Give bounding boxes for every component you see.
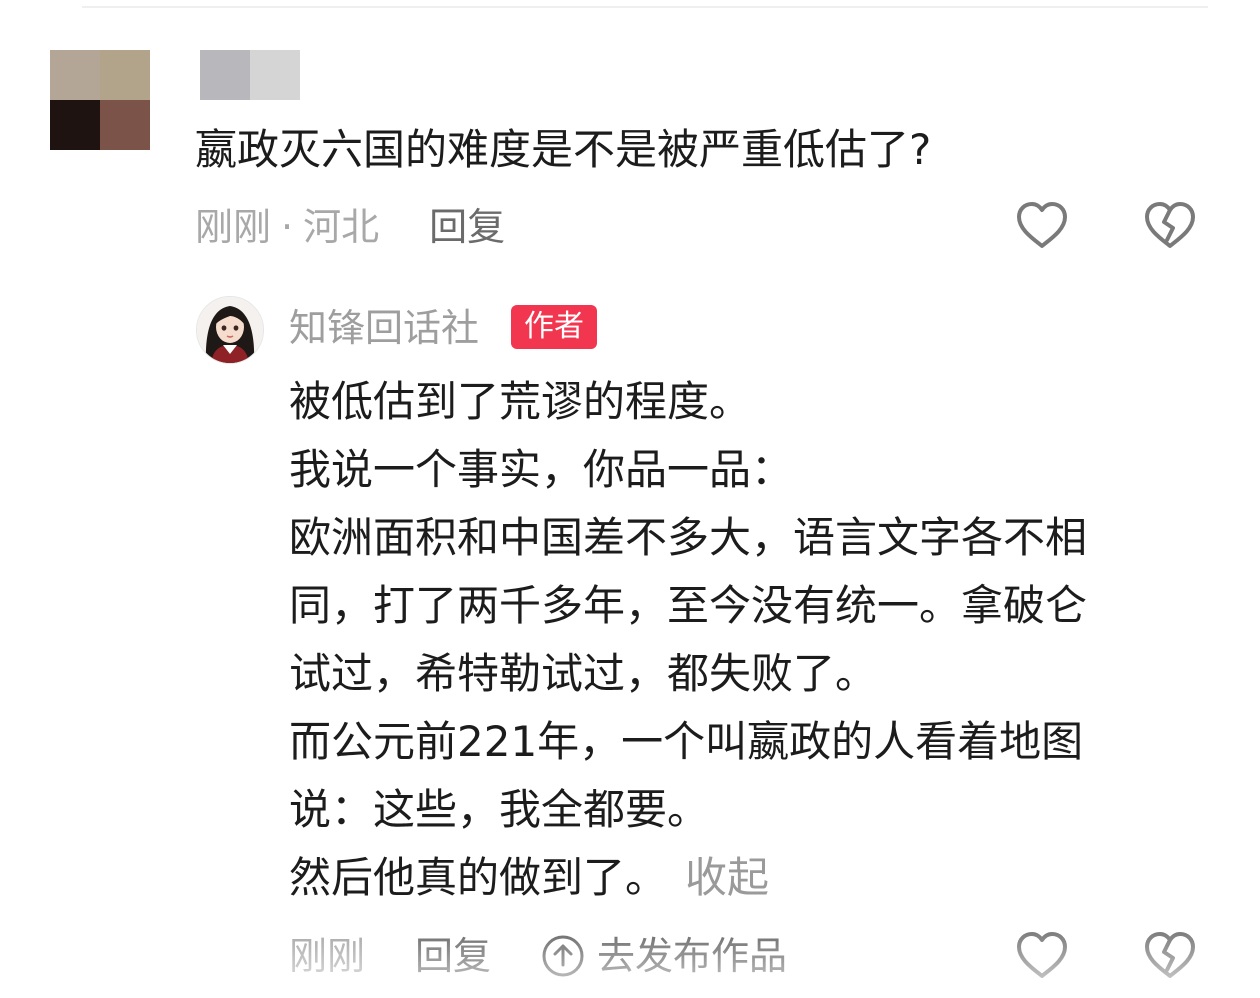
reply-last-line: 然后他真的做到了。 收起 (289, 844, 1219, 912)
upload-arrow-icon (542, 935, 584, 977)
reply-reply-button[interactable]: 回复 (415, 934, 491, 978)
comment-meta: 刚刚 · 河北 回复 (195, 201, 505, 253)
commenter-avatar[interactable] (50, 50, 150, 150)
avatar-pixel (50, 100, 100, 150)
name-pixel (250, 50, 300, 100)
publish-work-button[interactable]: 去发布作品 (541, 928, 787, 984)
avatar-pixel (100, 50, 150, 100)
comment-text: 嬴政灭六国的难度是不是被严重低估了? (195, 125, 932, 174)
reply-line: 欧洲面积和中国差不多大，语言文字各不相 (289, 513, 1088, 562)
publish-label: 去发布作品 (597, 934, 788, 978)
reply-body: 被低估到了荒谬的程度。 我说一个事实，你品一品： 欧洲面积和中国差不多大，语言文… (289, 368, 1219, 912)
reply-line: 而公元前221年，一个叫嬴政的人看着地图 (289, 717, 1084, 766)
reply-line: 试过，希特勒试过，都失败了。 (289, 649, 878, 698)
reply-meta: 刚刚 回复 去发布作品 (289, 928, 787, 984)
reply-line: 说：这些，我全都要。 (289, 785, 710, 834)
avatar-illustration (197, 297, 263, 363)
broken-heart-icon (1145, 932, 1195, 978)
comment-location: 河北 (303, 205, 380, 249)
reply-line: 被低估到了荒谬的程度。 (289, 377, 752, 426)
top-divider (82, 6, 1208, 8)
dislike-button[interactable] (1142, 198, 1198, 254)
author-badge: 作者 (511, 305, 597, 349)
anime-girl-avatar[interactable] (196, 296, 264, 364)
broken-heart-icon (1145, 202, 1195, 248)
heart-icon (1017, 202, 1067, 248)
name-pixel (200, 50, 250, 100)
collapse-button[interactable]: 收起 (685, 853, 769, 902)
reply-dislike-button[interactable] (1142, 928, 1198, 984)
like-button[interactable] (1014, 198, 1070, 254)
reply-line: 同，打了两千多年，至今没有统一。拿破仑 (289, 581, 1088, 630)
meta-separator: · (281, 205, 294, 249)
commenter-name-mosaic[interactable] (200, 50, 300, 100)
comment-time: 刚刚 (195, 205, 272, 249)
heart-icon (1017, 932, 1067, 978)
reply-time: 刚刚 (289, 934, 366, 978)
author-name[interactable]: 知锋回话社 (289, 302, 479, 354)
reply-line: 然后他真的做到了。 (289, 853, 668, 902)
comment-reply-button[interactable]: 回复 (429, 205, 505, 249)
reply-line: 我说一个事实，你品一品： (289, 445, 794, 494)
avatar-pixel (100, 100, 150, 150)
avatar-pixel (50, 50, 100, 100)
reply-like-button[interactable] (1014, 928, 1070, 984)
